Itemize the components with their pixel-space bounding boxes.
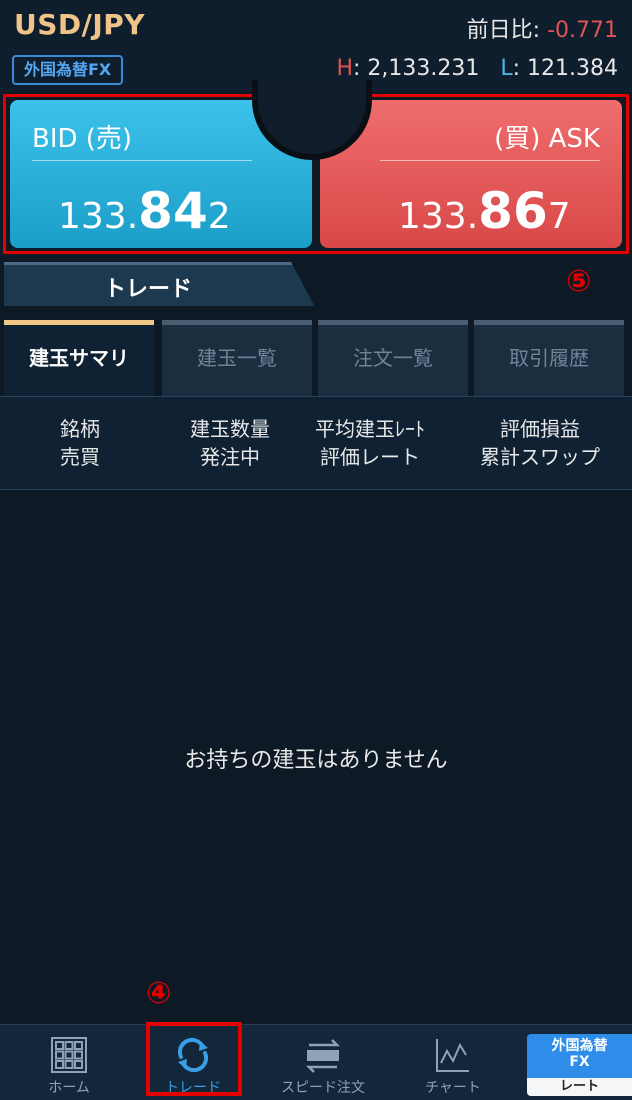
bid-label: BID (売) xyxy=(32,124,133,154)
chart-icon xyxy=(436,1039,469,1072)
tab-trade-history[interactable]: 取引履歴 xyxy=(474,320,624,396)
quote-header: USD/JPY 前日比: -0.771 外国為替FX H: 2,133.231 … xyxy=(0,0,632,92)
currency-pair[interactable]: USD/JPY xyxy=(14,8,145,41)
column-line: 評価レート xyxy=(320,445,420,469)
column-line: 平均建玉ﾚｰﾄ xyxy=(315,417,425,441)
ask-divider xyxy=(380,160,600,161)
ask-price-pips: 86 xyxy=(478,182,548,240)
nav-chart[interactable]: チャート xyxy=(390,1025,516,1100)
column-line: 累計スワップ xyxy=(480,445,600,469)
nav-speed-order[interactable]: スピード注文 xyxy=(260,1025,386,1100)
low-value: : 121.384 xyxy=(512,56,618,81)
bid-divider xyxy=(32,160,252,161)
low-label: L xyxy=(500,56,513,81)
tab-position-list[interactable]: 建玉一覧 xyxy=(162,320,312,396)
ask-label: (買) ASK xyxy=(494,124,600,154)
column-line: 発注中 xyxy=(200,445,260,469)
ask-price-suffix: 7 xyxy=(547,196,571,237)
bid-price-suffix: 2 xyxy=(207,196,231,237)
high-label: H xyxy=(336,56,353,81)
tab-order-list[interactable]: 注文一覧 xyxy=(318,320,468,396)
annotation-number-5: ⑤ xyxy=(566,264,592,299)
fx-button-subtitle: レート xyxy=(527,1078,632,1096)
previous-day-change: 前日比: -0.771 xyxy=(467,12,618,44)
column-avg-rate: 平均建玉ﾚｰﾄ 評価レート xyxy=(300,415,440,471)
column-quantity: 建玉数量 発注中 xyxy=(170,415,290,471)
annotation-number-4: ④ xyxy=(146,976,172,1011)
column-line: 銘柄 xyxy=(60,417,100,441)
fx-button-title: 外国為替 FX xyxy=(551,1038,608,1070)
empty-positions-message: お持ちの建玉はありません xyxy=(184,748,448,773)
prev-value: -0.771 xyxy=(547,18,618,43)
tab-position-summary[interactable]: 建玉サマリ xyxy=(4,320,154,396)
trade-section-title: トレード xyxy=(103,277,192,302)
column-line: 建玉数量 xyxy=(190,417,270,441)
high-value: : 2,133.231 xyxy=(352,56,480,81)
bid-price: 133.842 xyxy=(58,182,231,240)
nav-home-label: ホーム xyxy=(48,1080,90,1096)
ask-price-prefix: 133. xyxy=(398,196,479,237)
position-tabs: 建玉サマリ 建玉一覧 注文一覧 取引履歴 xyxy=(0,306,632,396)
column-line: 評価損益 xyxy=(500,417,580,441)
high-low: H: 2,133.231 L: 121.384 xyxy=(336,56,618,81)
fx-rate-button[interactable]: 外国為替 FX レート xyxy=(527,1034,632,1096)
product-tag: 外国為替FX xyxy=(12,55,124,85)
bid-price-prefix: 133. xyxy=(58,196,139,237)
column-symbol-side: 銘柄 売買 xyxy=(30,415,130,471)
prev-label: 前日比: xyxy=(466,18,541,43)
bid-price-pips: 84 xyxy=(138,182,208,240)
nav-trade-highlight-box xyxy=(146,1022,242,1096)
column-pnl-swap: 評価損益 累計スワップ xyxy=(460,415,620,471)
nav-home[interactable]: ホーム xyxy=(6,1025,132,1100)
grid-icon xyxy=(51,1037,87,1073)
ask-price: 133.867 xyxy=(398,182,571,240)
speed-icon xyxy=(305,1039,341,1073)
position-column-headers: 銘柄 売買 建玉数量 発注中 平均建玉ﾚｰﾄ 評価レート 評価損益 累計スワップ xyxy=(0,396,632,490)
trade-section-tab: トレード xyxy=(4,262,316,309)
nav-speed-label: スピード注文 xyxy=(281,1080,365,1096)
nav-chart-label: チャート xyxy=(425,1080,481,1096)
column-line: 売買 xyxy=(60,445,100,469)
